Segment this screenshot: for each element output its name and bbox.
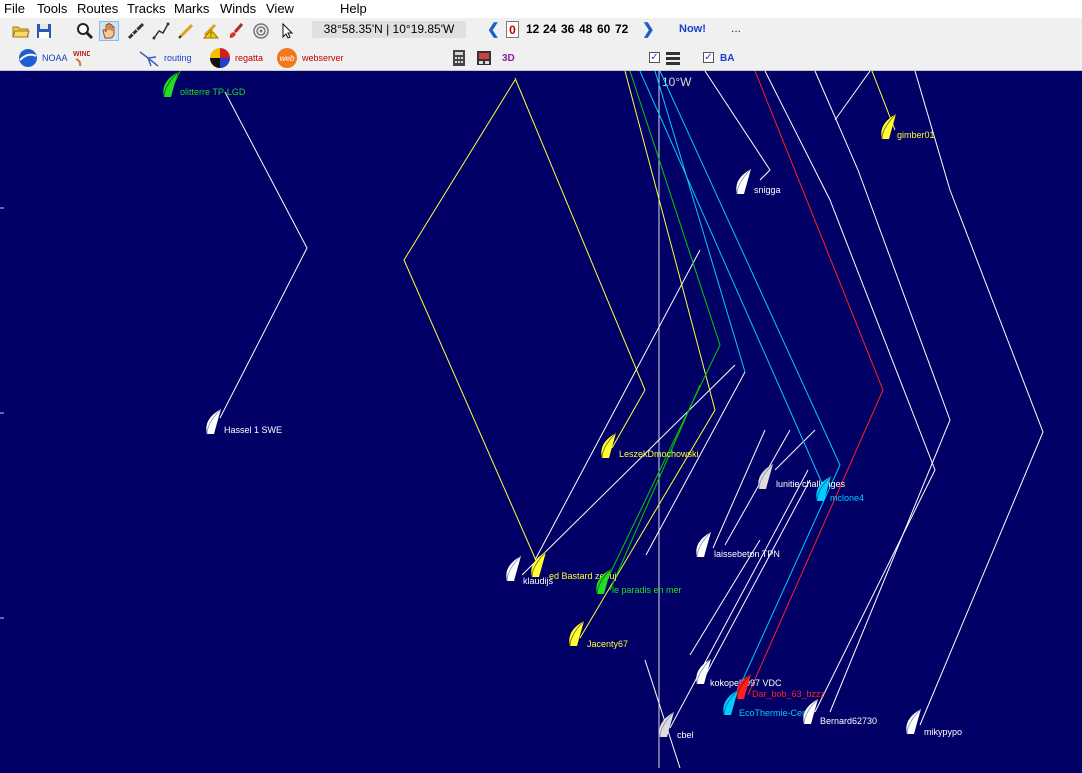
hand-icon[interactable] xyxy=(99,21,119,41)
routing-button[interactable]: routing xyxy=(138,48,192,68)
boat-label: Dar_bob_63_bzzz xyxy=(752,689,826,699)
map-canvas[interactable]: 10°W olitterre TP-LGD gimber01 snigga Ha… xyxy=(0,70,1082,769)
time-step-72[interactable]: 72 xyxy=(615,22,628,36)
time-step-36[interactable]: 36 xyxy=(561,22,574,36)
time-step-60[interactable]: 60 xyxy=(597,22,610,36)
boat-label: le paradis en mer xyxy=(612,585,682,595)
wind-icon: WIND xyxy=(73,51,90,67)
view-3d-button[interactable]: 3D xyxy=(502,48,515,68)
time-step-48[interactable]: 48 xyxy=(579,22,592,36)
time-back-icon[interactable]: ❮ xyxy=(487,22,500,38)
time-step-12[interactable]: 12 xyxy=(526,22,539,36)
ba-label: BA xyxy=(720,52,735,64)
sea-background xyxy=(0,71,1082,768)
regatta-icon xyxy=(210,48,230,68)
meridian-label: 10°W xyxy=(662,75,692,89)
boat-label: Bernard62730 xyxy=(820,716,877,726)
time-step-24[interactable]: 24 xyxy=(543,22,556,36)
boat-label: olitterre TP-LGD xyxy=(180,87,246,97)
layers-checkbox[interactable]: ✓ xyxy=(649,52,660,63)
main-toolbar: ! 38°58.35'N | 10°19.85'W ❮ 0 12 24 36 4… xyxy=(0,18,1082,44)
svg-text:!: ! xyxy=(210,32,212,39)
pointer-icon[interactable] xyxy=(277,21,297,41)
device-icon[interactable] xyxy=(474,48,494,68)
target-icon[interactable] xyxy=(251,21,271,41)
erase-warning-icon[interactable]: ! xyxy=(201,21,221,41)
layers-icon[interactable] xyxy=(663,48,683,68)
save-icon[interactable] xyxy=(34,21,54,41)
menu-bar: File Tools Routes Tracks Marks Winds Vie… xyxy=(0,0,1082,18)
secondary-toolbar: NOAA WIND routing regatta web webserver … xyxy=(0,44,1082,71)
boat-label: Hassel 1 SWE xyxy=(224,425,282,435)
webserver-button[interactable]: web webserver xyxy=(276,48,344,68)
boat-label: mikypypo xyxy=(924,727,962,737)
menu-help[interactable]: Help xyxy=(340,1,367,16)
menu-winds[interactable]: Winds xyxy=(220,1,256,16)
pencil-icon[interactable] xyxy=(176,21,196,41)
boat-label: mclone4 xyxy=(830,493,864,503)
boat-label: LeszekDmochowski xyxy=(619,449,699,459)
menu-file[interactable]: File xyxy=(4,1,25,16)
web-icon: web xyxy=(277,48,297,68)
boat-label: Jacenty67 xyxy=(587,639,628,649)
boat-label: laissebeton TPN xyxy=(714,549,780,559)
boat-label: cbel xyxy=(677,730,694,740)
zoom-icon[interactable] xyxy=(75,21,95,41)
coordinates-readout: 38°58.35'N | 10°19.85'W xyxy=(312,21,466,38)
wind-button[interactable]: WIND xyxy=(72,48,90,68)
paint-brush-icon[interactable] xyxy=(226,21,246,41)
now-button[interactable]: Now! xyxy=(679,23,706,35)
open-folder-icon[interactable] xyxy=(11,21,31,41)
svg-text:web: web xyxy=(280,54,295,63)
route-icon[interactable] xyxy=(151,21,171,41)
regatta-button[interactable]: regatta xyxy=(209,48,263,68)
ruler-icon[interactable] xyxy=(126,21,146,41)
boat-label: EcoThermie-Centr xyxy=(739,708,813,718)
time-step-0[interactable]: 0 xyxy=(506,21,519,38)
time-forward-icon[interactable]: ❯ xyxy=(642,22,655,38)
boat-label: snigga xyxy=(754,185,781,195)
noaa-button[interactable]: NOAA xyxy=(18,48,68,68)
boat-label: gimber01 xyxy=(897,130,935,140)
menu-view[interactable]: View xyxy=(266,1,294,16)
menu-tracks[interactable]: Tracks xyxy=(127,1,166,16)
svg-text:WIND: WIND xyxy=(73,51,90,58)
routing-icon xyxy=(139,51,159,67)
calculator-icon[interactable] xyxy=(449,48,469,68)
menu-tools[interactable]: Tools xyxy=(37,1,67,16)
noaa-icon xyxy=(19,49,37,67)
menu-routes[interactable]: Routes xyxy=(77,1,118,16)
more-button[interactable]: ... xyxy=(731,21,741,35)
ba-checkbox[interactable]: ✓ xyxy=(703,52,714,63)
map-view[interactable]: 10°W olitterre TP-LGD gimber01 snigga Ha… xyxy=(0,70,1082,769)
menu-marks[interactable]: Marks xyxy=(174,1,209,16)
boat-label: lunitie challenges xyxy=(776,479,846,489)
